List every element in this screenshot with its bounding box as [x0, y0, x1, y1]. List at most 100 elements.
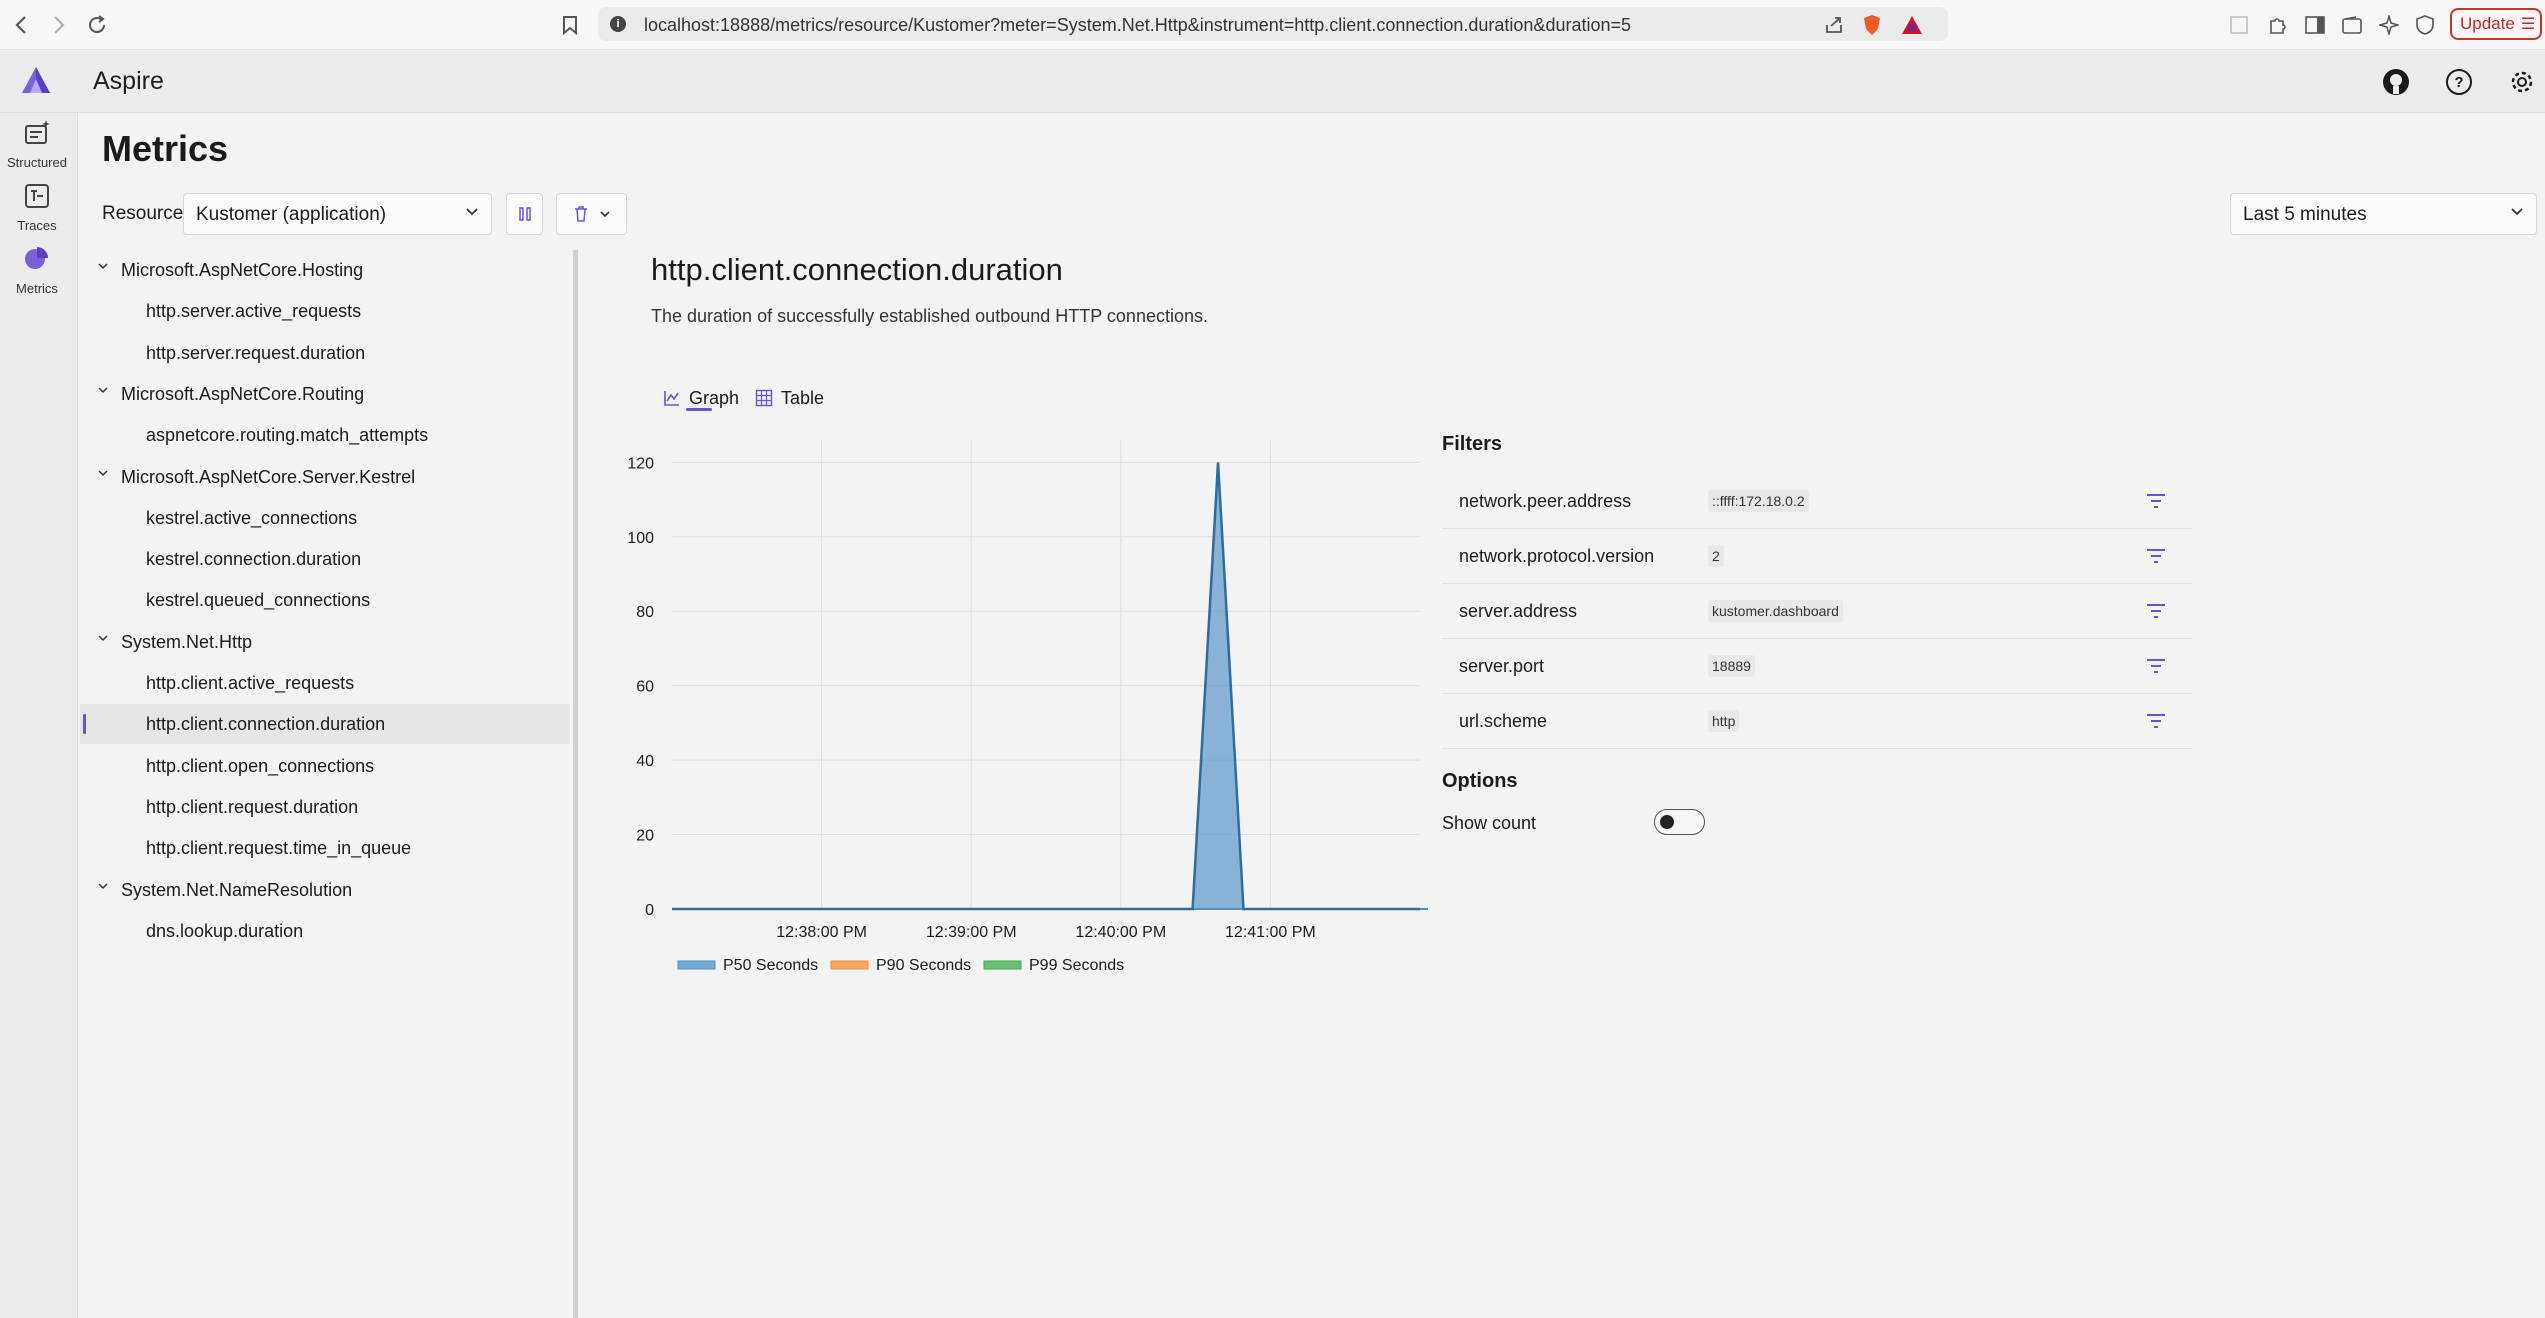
settings-gear-icon[interactable] [2506, 66, 2538, 98]
tree-item-label: http.client.connection.duration [146, 714, 386, 735]
tree-instrument-item[interactable]: http.client.open_connections [80, 746, 570, 786]
tree-instrument-item[interactable]: kestrel.queued_connections [80, 580, 570, 620]
share-icon[interactable] [1822, 13, 1846, 37]
tree-instrument-item[interactable]: kestrel.connection.duration [80, 539, 570, 579]
bookmark-icon[interactable] [555, 10, 585, 40]
legend-swatch [677, 960, 716, 970]
x-tick-label: 12:41:00 PM [1225, 924, 1316, 941]
tree-item-label: kestrel.active_connections [146, 507, 358, 528]
y-tick-label: 20 [636, 828, 654, 845]
navigation-rail: Structured Traces Metrics [0, 113, 78, 1318]
reload-icon[interactable] [82, 10, 112, 40]
traces-icon [25, 184, 49, 208]
brave-shields-icon[interactable] [1860, 13, 1884, 37]
browser-toolbar: i localhost:18888/metrics/resource/Kusto… [0, 0, 2545, 50]
forward-icon[interactable] [44, 10, 74, 40]
update-label: Update [2460, 14, 2515, 33]
metric-description: The duration of successfully established… [651, 306, 1208, 326]
y-tick-label: 100 [627, 530, 654, 547]
show-count-label: Show count [1442, 813, 1537, 833]
tree-instrument-item[interactable]: http.client.request.duration [80, 787, 570, 827]
tree-instrument-item[interactable]: http.server.request.duration [80, 333, 570, 373]
filter-icon[interactable] [2144, 599, 2168, 623]
chevron-down-icon[interactable] [97, 466, 109, 482]
metric-chart[interactable]: 12:38:00 PM 12:39:00 PM 12:40:00 PM 12:41:0… [610, 430, 1430, 990]
legend-label: P90 Seconds [876, 957, 971, 974]
tree-item-label: http.server.request.duration [146, 342, 366, 363]
tree-instrument-item[interactable]: dns.lookup.duration [80, 911, 570, 951]
y-tick-label: 80 [636, 604, 654, 621]
tree-instrument-item[interactable]: http.client.request.time_in_queue [80, 828, 570, 868]
chevron-down-icon[interactable] [97, 631, 109, 647]
vpn-icon[interactable] [2412, 12, 2438, 38]
tree-instrument-item[interactable]: http.client.active_requests [80, 663, 570, 703]
tree-meter-item[interactable]: Microsoft.AspNetCore.Hosting [80, 250, 570, 290]
chevron-down-icon[interactable] [97, 259, 109, 275]
wallet-icon[interactable] [2339, 12, 2365, 38]
filter-icon[interactable] [2144, 489, 2168, 513]
extensions-puzzle-icon[interactable] [2264, 12, 2290, 38]
clear-signals-button[interactable] [556, 193, 627, 235]
rail-item-structured[interactable]: Structured [0, 118, 74, 176]
leo-ai-icon[interactable] [2376, 12, 2402, 38]
rail-item-traces[interactable]: Traces [0, 181, 74, 239]
x-tick-label: 12:38:00 PM [776, 924, 867, 941]
show-count-toggle[interactable] [1654, 809, 1705, 835]
time-range-select[interactable]: Last 5 minutes [2230, 193, 2537, 235]
resource-select[interactable]: Kustomer (application) [183, 193, 492, 235]
options-title: Options [1442, 770, 1518, 792]
filter-value: kustomer.dashboard [1708, 600, 1843, 622]
extension-placeholder-icon[interactable] [2226, 12, 2252, 38]
app-title: Aspire [93, 67, 164, 95]
chevron-down-icon [465, 204, 479, 223]
tree-item-label: http.client.open_connections [146, 755, 375, 776]
site-info-icon[interactable]: i [610, 16, 626, 32]
aspire-logo-icon[interactable] [20, 65, 52, 95]
tree-item-label: aspnetcore.routing.match_attempts [146, 425, 429, 446]
sidebar-toggle-icon[interactable] [2302, 12, 2328, 38]
legend-swatch [983, 960, 1022, 970]
chevron-down-icon[interactable] [97, 879, 109, 895]
tree-meter-item[interactable]: Microsoft.AspNetCore.Server.Kestrel [80, 457, 570, 497]
pane-splitter[interactable] [573, 250, 578, 1318]
tree-meter-item[interactable]: System.Net.NameResolution [80, 870, 570, 910]
tree-instrument-item[interactable]: kestrel.active_connections [80, 498, 570, 538]
github-icon[interactable] [2380, 66, 2412, 98]
pause-icon [518, 207, 531, 221]
tree-meter-item[interactable]: Microsoft.AspNetCore.Routing [80, 374, 570, 414]
brave-rewards-icon[interactable] [1900, 13, 1924, 37]
app-header: Aspire ? [0, 51, 2545, 113]
line-chart-icon [664, 391, 679, 406]
update-button[interactable]: Update ☰ [2450, 8, 2542, 40]
help-icon[interactable]: ? [2443, 66, 2475, 98]
tree-item-label: Microsoft.AspNetCore.Routing [121, 383, 365, 404]
legend-label: P50 Seconds [723, 957, 818, 974]
address-bar[interactable]: i localhost:18888/metrics/resource/Kusto… [598, 7, 1948, 41]
metrics-icon [25, 247, 48, 269]
chevron-down-icon [2510, 204, 2524, 223]
table-icon [755, 389, 773, 407]
tree-instrument-item[interactable]: http.client.connection.duration [80, 704, 570, 745]
filter-icon[interactable] [2144, 654, 2168, 678]
filter-row: server.address kustomer.dashboard [1442, 584, 2192, 639]
filter-icon[interactable] [2144, 709, 2168, 733]
time-range-value: Last 5 minutes [2243, 204, 2367, 225]
tree-instrument-item[interactable]: http.server.active_requests [80, 291, 570, 331]
rail-label-traces: Traces [17, 218, 57, 233]
y-tick-label: 120 [627, 455, 654, 472]
chevron-down-icon[interactable] [97, 383, 109, 399]
filters-title: Filters [1442, 433, 1503, 455]
menu-icon: ☰ [2520, 16, 2536, 33]
tree-meter-item[interactable]: System.Net.Http [80, 622, 570, 662]
tab-table[interactable]: Table [755, 383, 824, 413]
pause-button[interactable] [506, 193, 543, 235]
filter-value: 2 [1708, 545, 1724, 567]
tree-instrument-item[interactable]: aspnetcore.routing.match_attempts [80, 415, 570, 455]
tree-item-label: dns.lookup.duration [146, 920, 304, 941]
rail-item-metrics[interactable]: Metrics [0, 244, 74, 302]
page-title: Metrics [102, 128, 229, 169]
back-icon[interactable] [6, 10, 36, 40]
filter-value: ::ffff:172.18.0.2 [1708, 490, 1809, 512]
x-tick-label: 12:40:00 PM [1075, 924, 1166, 941]
filter-icon[interactable] [2144, 544, 2168, 568]
